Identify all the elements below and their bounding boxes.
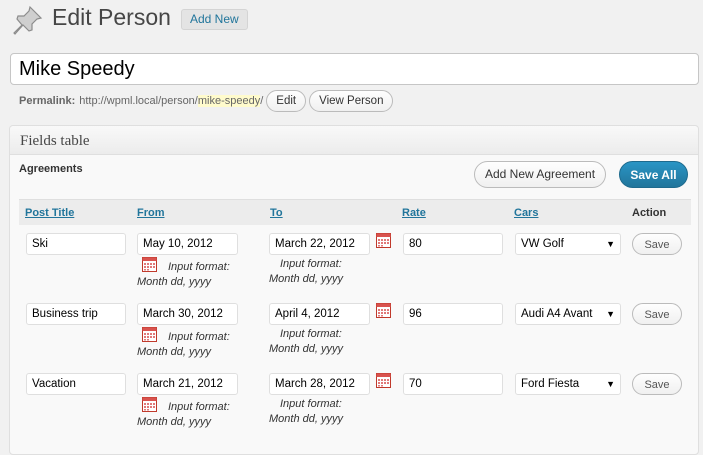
column-to[interactable]: To xyxy=(270,207,283,219)
car-select-value: Ford Fiesta xyxy=(521,378,580,390)
view-person-button[interactable]: View Person xyxy=(309,90,394,112)
to-format-hint-line2: Month dd, yyyy xyxy=(269,273,343,285)
box-title: Fields table xyxy=(10,126,698,155)
add-new-button[interactable]: Add New xyxy=(181,9,248,30)
calendar-icon[interactable] xyxy=(376,303,391,318)
edit-permalink-button[interactable]: Edit xyxy=(266,90,307,112)
column-cars[interactable]: Cars xyxy=(514,207,538,219)
permalink-label: Permalink: xyxy=(19,95,76,107)
dropdown-arrow-icon: ▼ xyxy=(606,379,615,389)
column-rate[interactable]: Rate xyxy=(402,207,426,219)
column-from[interactable]: From xyxy=(137,207,165,219)
to-date-field[interactable]: April 4, 2012 xyxy=(269,303,370,325)
calendar-icon[interactable] xyxy=(376,373,391,388)
table-header: Post Title From To Rate Cars Action xyxy=(19,199,691,225)
car-select-value: Audi A4 Avant xyxy=(521,308,593,320)
to-format-hint-line1: Input format: xyxy=(280,328,342,340)
add-new-agreement-button[interactable]: Add New Agreement xyxy=(474,161,607,188)
permalink-base: http://wpml.local/person/ xyxy=(79,95,198,107)
rate-field[interactable]: 96 xyxy=(403,303,503,325)
from-format-hint-line2: Month dd, yyyy xyxy=(137,276,211,288)
row-save-button[interactable]: Save xyxy=(632,233,682,255)
from-date-field[interactable]: March 30, 2012 xyxy=(137,303,238,325)
calendar-icon[interactable] xyxy=(142,397,157,412)
to-format-hint-line1: Input format: xyxy=(280,398,342,410)
post-title-field[interactable]: Business trip xyxy=(26,303,126,325)
to-date-field[interactable]: March 22, 2012 xyxy=(269,233,370,255)
car-select[interactable]: Ford Fiesta ▼ xyxy=(515,373,621,395)
to-format-hint-line2: Month dd, yyyy xyxy=(269,413,343,425)
to-date-field[interactable]: March 28, 2012 xyxy=(269,373,370,395)
from-date-field[interactable]: March 21, 2012 xyxy=(137,373,238,395)
dropdown-arrow-icon: ▼ xyxy=(606,309,615,319)
calendar-icon[interactable] xyxy=(142,257,157,272)
column-action: Action xyxy=(632,207,667,219)
row-save-button[interactable]: Save xyxy=(632,373,682,395)
save-all-button[interactable]: Save All xyxy=(619,161,688,188)
permalink-trail: / xyxy=(260,95,264,107)
from-format-hint-line2: Month dd, yyyy xyxy=(137,346,211,358)
rate-field[interactable]: 80 xyxy=(403,233,503,255)
post-title-input[interactable]: Mike Speedy xyxy=(10,53,699,85)
from-format-hint-line2: Month dd, yyyy xyxy=(137,416,211,428)
rate-field[interactable]: 70 xyxy=(403,373,503,395)
post-title-field[interactable]: Ski xyxy=(26,233,126,255)
post-title-value: Mike Speedy xyxy=(19,58,135,80)
to-format-hint-line1: Input format: xyxy=(280,258,342,270)
permalink-bar: Permalink: http://wpml.local/person/mike… xyxy=(19,90,394,112)
calendar-icon[interactable] xyxy=(376,233,391,248)
car-select[interactable]: VW Golf ▼ xyxy=(515,233,621,255)
car-select[interactable]: Audi A4 Avant ▼ xyxy=(515,303,621,325)
pushpin-icon xyxy=(13,5,43,35)
post-title-field[interactable]: Vacation xyxy=(26,373,126,395)
car-select-value: VW Golf xyxy=(521,238,564,250)
from-date-field[interactable]: May 10, 2012 xyxy=(137,233,238,255)
row-save-button[interactable]: Save xyxy=(632,303,682,325)
calendar-icon[interactable] xyxy=(142,327,157,342)
agreements-label: Agreements xyxy=(19,163,83,175)
column-post-title[interactable]: Post Title xyxy=(25,207,74,219)
dropdown-arrow-icon: ▼ xyxy=(606,239,615,249)
page-title: Edit Person xyxy=(52,4,171,30)
permalink-slug[interactable]: mike-speedy xyxy=(197,95,261,107)
to-format-hint-line2: Month dd, yyyy xyxy=(269,343,343,355)
